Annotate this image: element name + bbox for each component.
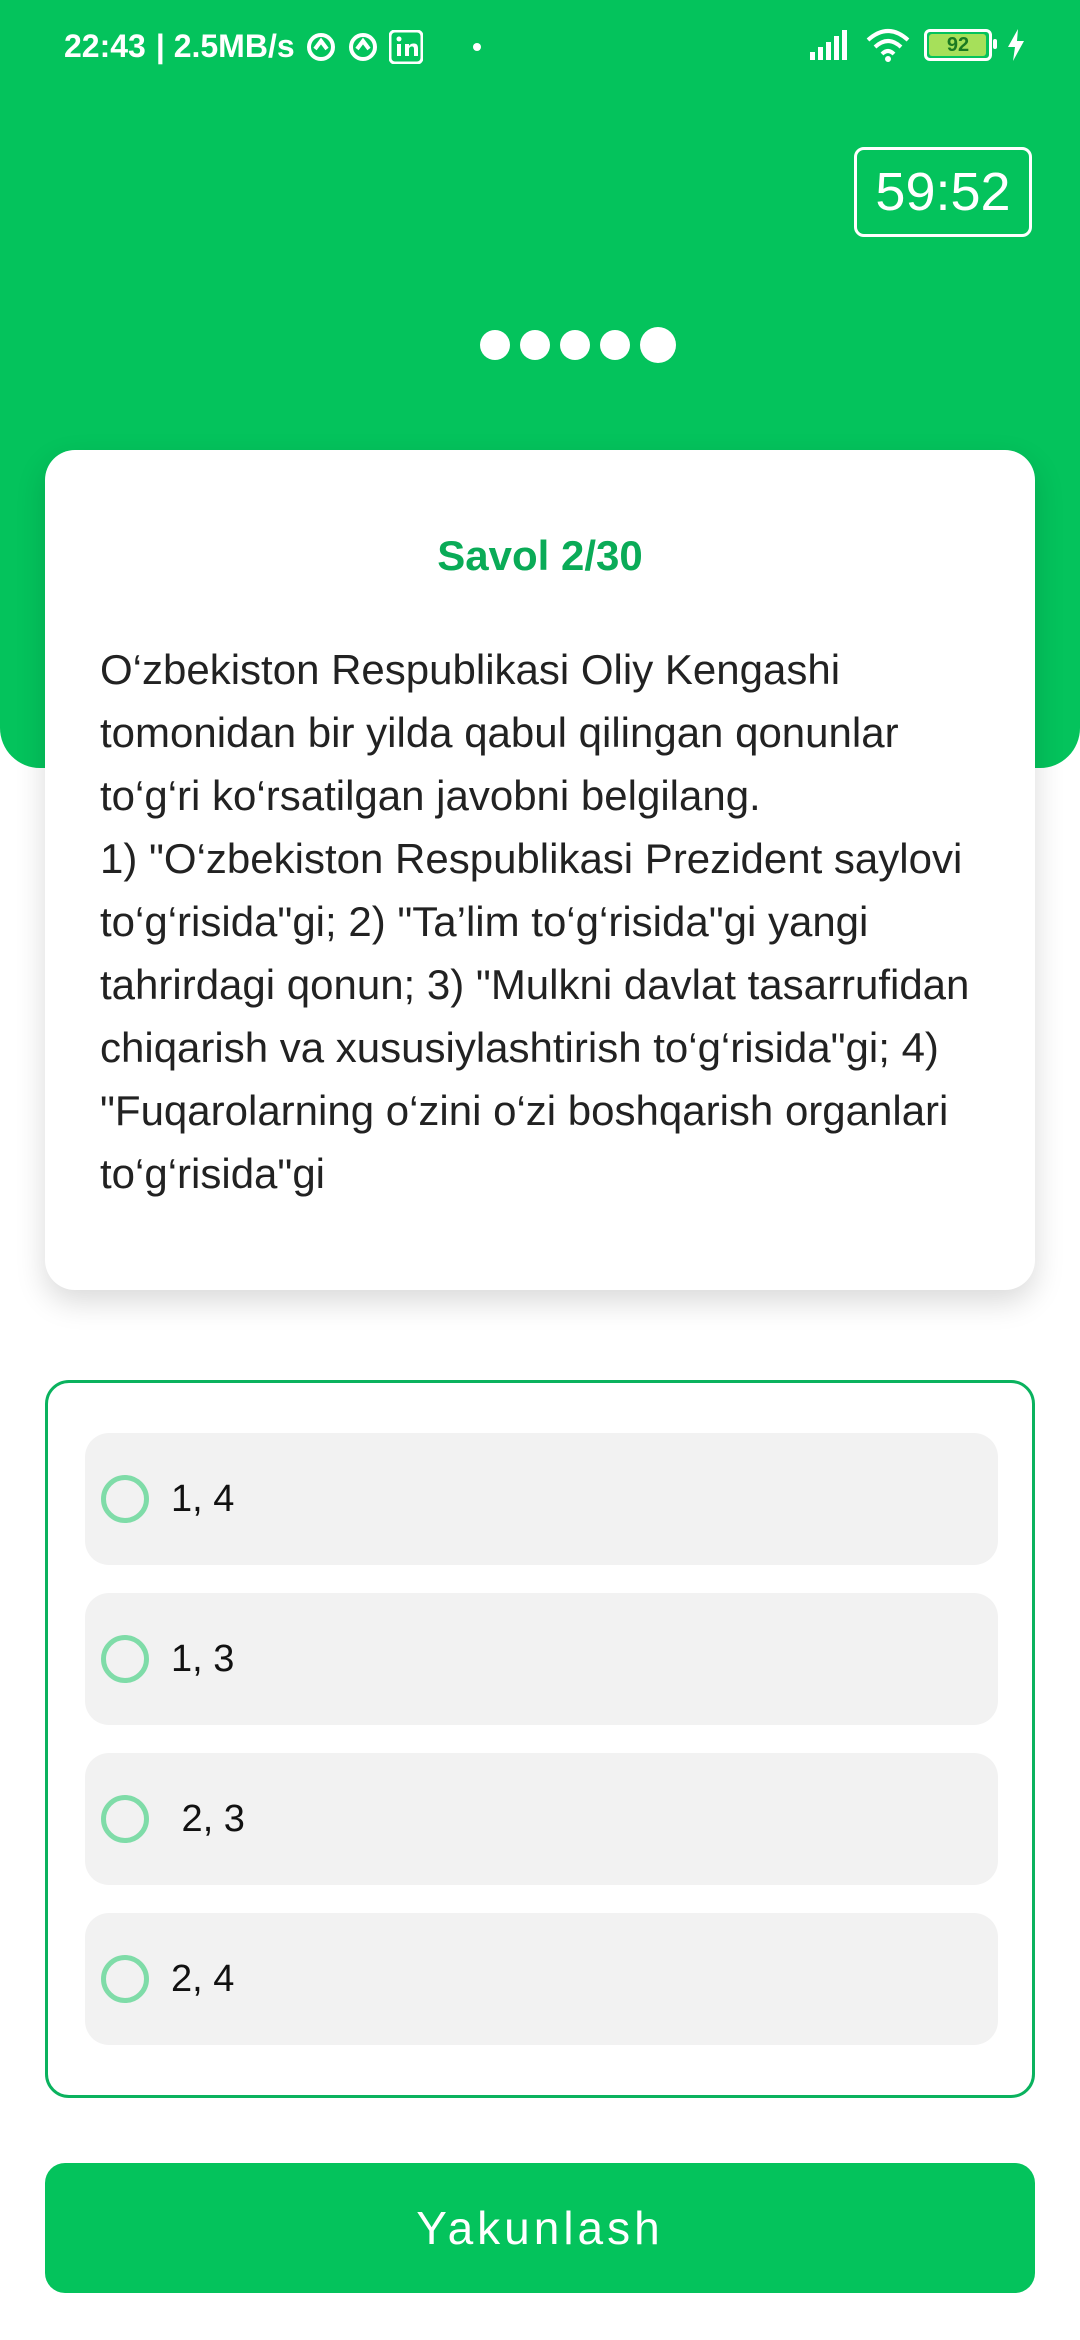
answer-option[interactable]: 1, 3 <box>85 1593 998 1725</box>
radio-button[interactable] <box>101 1955 149 2003</box>
charging-icon <box>1006 29 1026 61</box>
question-text: O‘zbekiston Respublikasi Oliy Kengashi t… <box>100 646 970 1197</box>
status-bar: 22:43 | 2.5MB/s 92 <box>0 0 1080 100</box>
linkedin-icon <box>388 29 423 64</box>
radio-button[interactable] <box>101 1475 149 1523</box>
wifi-icon <box>866 28 910 62</box>
question-card: Savol 2/30 O‘zbekiston Respublikasi Oliy… <box>45 450 1035 1290</box>
status-network-speed: | 2.5MB/s <box>155 28 295 64</box>
answer-option[interactable]: 1, 4 <box>85 1433 998 1565</box>
progress-indicator <box>480 327 676 363</box>
progress-dot <box>480 330 510 360</box>
battery-icon: 92 <box>924 29 997 61</box>
answer-option-label: 1, 4 <box>171 1477 235 1520</box>
countdown-timer: 59:52 <box>854 147 1032 237</box>
question-number: Savol 2/30 <box>437 532 643 579</box>
answer-option[interactable]: 2, 4 <box>85 1913 998 2045</box>
answer-options: 1, 4 1, 3 2, 3 2, 4 <box>45 1380 1035 2098</box>
progress-dot <box>520 330 550 360</box>
answer-option-label: 1, 3 <box>171 1637 235 1680</box>
radio-button[interactable] <box>101 1795 149 1843</box>
vpn-icon <box>347 31 379 63</box>
answer-option[interactable]: 2, 3 <box>85 1753 998 1885</box>
vpn-icon <box>305 31 337 63</box>
answer-option-label: 2, 3 <box>171 1797 245 1840</box>
status-time: 22:43 <box>64 28 146 64</box>
progress-dot-active <box>640 327 676 363</box>
notification-dot-icon <box>472 42 481 51</box>
signal-icon <box>810 30 852 60</box>
answer-option-label: 2, 4 <box>171 1957 235 2000</box>
progress-dot <box>600 330 630 360</box>
progress-dot <box>560 330 590 360</box>
finish-button[interactable]: Yakunlash <box>45 2163 1035 2293</box>
radio-button[interactable] <box>101 1635 149 1683</box>
battery-level: 92 <box>946 33 970 56</box>
